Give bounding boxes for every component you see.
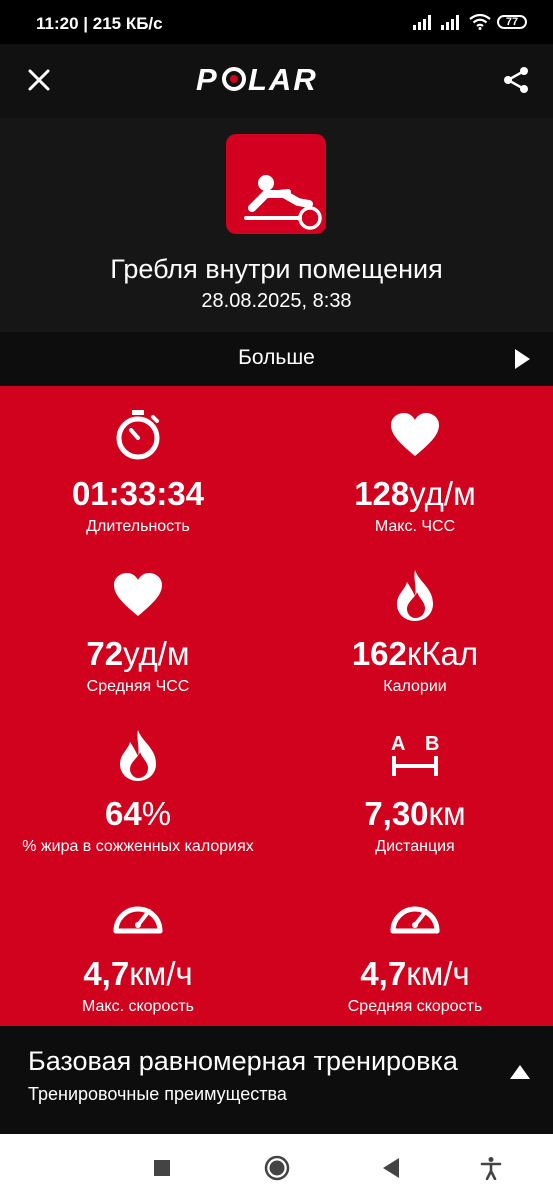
status-icons: 77 — [413, 14, 527, 30]
svg-text:LAR: LAR — [248, 62, 318, 97]
stat-value: 72уд/м — [86, 635, 190, 672]
stat-fat-percent: 64% % жира в сожженных калориях — [0, 728, 276, 856]
speedometer-icon — [0, 888, 276, 942]
stat-label: Макс. скорость — [81, 998, 194, 1015]
close-button[interactable] — [22, 63, 56, 97]
polar-logo-mark: P LAR — [196, 62, 318, 97]
more-label: Больше — [238, 346, 315, 369]
flame-icon — [0, 728, 276, 782]
stat-value: 4,7км/ч — [83, 955, 193, 992]
system-nav-bar — [0, 1134, 553, 1200]
battery-indicator: 77 — [497, 15, 527, 29]
stat-label: Макс. ЧСС — [374, 518, 456, 535]
stats-grid: 01:33:34 Длительность 128уд/м Макс. ЧСС … — [0, 386, 553, 1026]
stat-distance: AB 7,30км Дистанция — [277, 728, 553, 856]
back-triangle-icon — [383, 1158, 399, 1178]
close-icon — [28, 69, 50, 91]
flame-icon — [277, 568, 553, 622]
stat-label: Дистанция — [375, 838, 455, 855]
session-datetime: 28.08.2025, 8:38 — [201, 290, 352, 312]
collapse-arrow-icon[interactable] — [509, 1064, 531, 1085]
stat-label: Средняя скорость — [347, 998, 483, 1015]
play-arrow-icon — [513, 348, 531, 375]
app-bar: P LAR — [0, 44, 553, 118]
training-benefit-subtitle: Тренировочные преимущества — [28, 1084, 287, 1104]
svg-text:P: P — [196, 62, 219, 97]
stat-label: Калории — [383, 678, 447, 695]
stat-label: Длительность — [86, 518, 190, 535]
stat-value: 4,7км/ч — [360, 955, 470, 992]
stat-duration: 01:33:34 Длительность — [0, 408, 276, 536]
wifi-icon — [469, 14, 491, 30]
training-benefit-section[interactable]: Базовая равномерная тренировка Тренирово… — [0, 1026, 553, 1134]
status-bar: 11:20 | 215 КБ/с 77 — [0, 0, 553, 44]
svg-text:A: A — [391, 733, 405, 755]
sport-title: Гребля внутри помещения — [110, 254, 443, 284]
stat-label: Средняя ЧСС — [86, 678, 190, 695]
heart-icon — [277, 408, 553, 462]
distance-icon: AB — [277, 728, 553, 782]
recents-button[interactable] — [148, 1154, 176, 1182]
polar-logo: P LAR — [196, 60, 356, 100]
stat-max-speed: 4,7км/ч Макс. скорость — [0, 888, 276, 1016]
stat-value: 64% — [104, 795, 172, 832]
share-icon — [504, 67, 528, 93]
stat-value: 162кКал — [351, 635, 479, 672]
share-button[interactable] — [499, 63, 533, 97]
home-circle-icon — [264, 1155, 290, 1181]
accessibility-button[interactable] — [477, 1154, 505, 1182]
stat-label: % жира в сожженных калориях — [22, 838, 254, 855]
session-header: Гребля внутри помещения 28.08.2025, 8:38 — [0, 118, 553, 332]
heart-icon — [0, 568, 276, 622]
signal-icon — [413, 15, 431, 30]
svg-text:B: B — [425, 733, 439, 755]
stat-avg-hr: 72уд/м Средняя ЧСС — [0, 568, 276, 696]
square-icon — [154, 1160, 170, 1176]
rowing-icon — [244, 175, 322, 230]
stat-value: 7,30км — [364, 795, 466, 832]
stat-max-hr: 128уд/м Макс. ЧСС — [277, 408, 553, 536]
sport-icon-tile — [226, 134, 326, 234]
stat-avg-speed: 4,7км/ч Средняя скорость — [277, 888, 553, 1016]
stat-calories: 162кКал Калории — [277, 568, 553, 696]
home-button[interactable] — [263, 1154, 291, 1182]
stat-value: 128уд/м — [354, 475, 476, 512]
speedometer-icon — [277, 888, 553, 942]
training-benefit-title: Базовая равномерная тренировка — [28, 1046, 458, 1076]
back-button[interactable] — [377, 1154, 405, 1182]
stopwatch-icon — [0, 408, 276, 462]
accessibility-icon — [480, 1157, 502, 1180]
stat-value: 01:33:34 — [71, 475, 205, 512]
more-button[interactable]: Больше — [0, 332, 553, 386]
status-time: 11:20 | 215 КБ/с — [36, 14, 163, 33]
signal-icon-2 — [441, 15, 459, 30]
